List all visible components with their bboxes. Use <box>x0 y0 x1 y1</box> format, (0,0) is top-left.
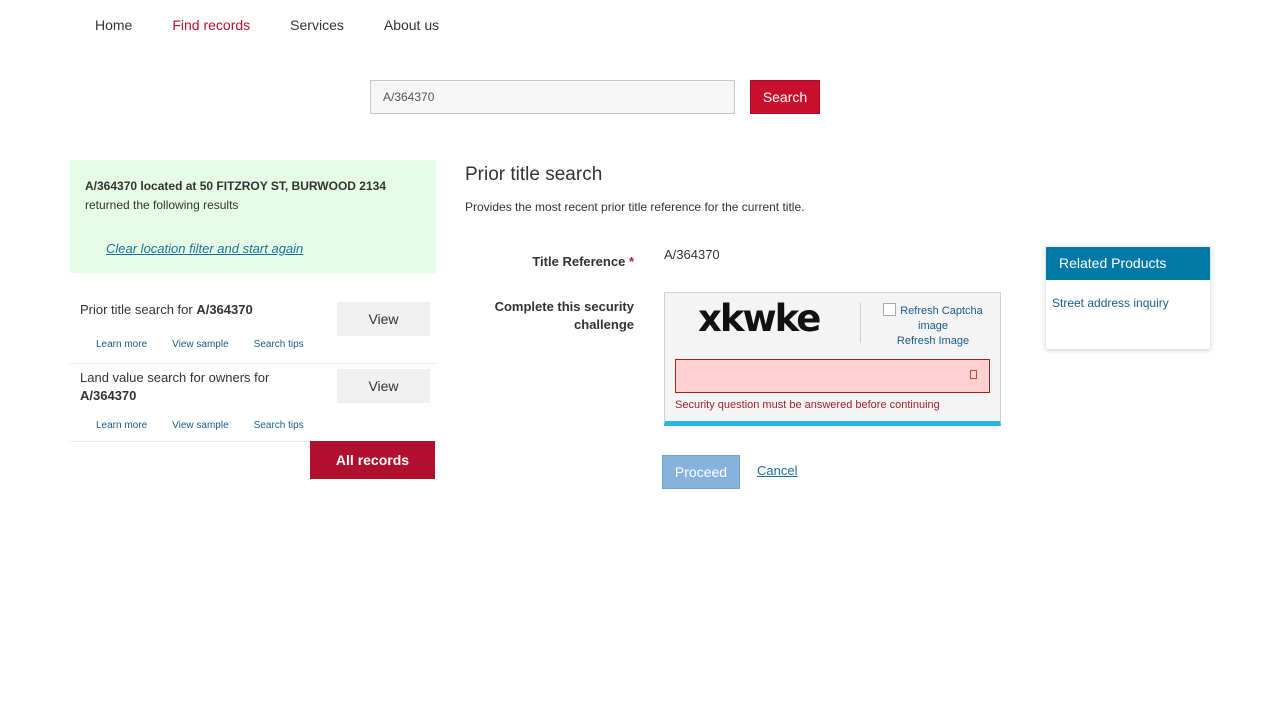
result-item: Land value search for owners for A/36437… <box>70 363 436 442</box>
returned-text: returned the following results <box>85 198 239 212</box>
alert-icon <box>970 370 977 379</box>
captcha-image: xkwke <box>698 297 821 340</box>
search-button[interactable]: Search <box>750 80 820 114</box>
result-links: Learn more View sample Search tips <box>96 420 329 431</box>
captcha-divider <box>860 303 861 343</box>
learn-more-link[interactable]: Learn more <box>96 420 147 431</box>
title-reference-label: Title Reference * <box>490 254 634 269</box>
refresh-captcha-image: Refresh Captcha image <box>877 303 989 334</box>
location-address: located at 50 FITZROY ST, BURWOOD 2134 <box>137 179 386 193</box>
nav-home[interactable]: Home <box>95 16 132 34</box>
view-sample-link[interactable]: View sample <box>172 420 229 431</box>
street-address-inquiry-link[interactable]: Street address inquiry <box>1052 296 1210 310</box>
search-tips-link[interactable]: Search tips <box>254 420 304 431</box>
page-title: Prior title search <box>465 164 603 185</box>
page-description: Provides the most recent prior title ref… <box>465 200 805 214</box>
result-title: Land value search for owners for A/36437… <box>80 369 310 405</box>
nav-about-us[interactable]: About us <box>384 16 439 34</box>
related-products-heading: Related Products <box>1046 247 1210 280</box>
result-title-prefix: Prior title search for <box>80 302 197 317</box>
result-title: Prior title search for A/364370 <box>80 301 310 319</box>
view-sample-link[interactable]: View sample <box>172 339 229 350</box>
required-indicator: * <box>628 254 634 269</box>
captcha-answer-input[interactable] <box>675 359 990 393</box>
result-links: Learn more View sample Search tips <box>96 339 329 350</box>
search-tips-link[interactable]: Search tips <box>254 339 304 350</box>
result-title-ref: A/364370 <box>196 302 253 317</box>
captcha-widget: xkwke Refresh Captcha image Refresh Imag… <box>664 292 1001 426</box>
result-title-prefix: Land value search for owners for <box>80 370 270 385</box>
location-ref: A/364370 <box>85 179 138 193</box>
clear-filter-link[interactable]: Clear location filter and start again <box>106 239 421 258</box>
all-records-button[interactable]: All records <box>310 441 435 479</box>
refresh-captcha-button[interactable]: Refresh Captcha image Refresh Image <box>877 303 989 349</box>
proceed-button[interactable]: Proceed <box>662 455 740 489</box>
location-text: A/364370 located at 50 FITZROY ST, BURWO… <box>85 177 421 196</box>
view-button[interactable]: View <box>337 302 430 336</box>
title-reference-label-text: Title Reference <box>532 254 626 269</box>
refresh-image-label: Refresh Image <box>896 335 970 347</box>
refresh-captcha-alt: Refresh Captcha image <box>900 305 983 332</box>
broken-image-icon <box>883 303 897 316</box>
view-button[interactable]: View <box>337 369 430 403</box>
location-filter-box: A/364370 located at 50 FITZROY ST, BURWO… <box>70 160 436 273</box>
result-item: Prior title search for A/364370 View Lea… <box>70 290 436 364</box>
top-nav: Home Find records Services About us <box>95 16 479 34</box>
security-challenge-label: Complete this security challenge <box>494 299 634 332</box>
learn-more-link[interactable]: Learn more <box>96 339 147 350</box>
nav-services[interactable]: Services <box>290 16 344 34</box>
nav-find-records[interactable]: Find records <box>172 16 250 34</box>
captcha-error-message: Security question must be answered befor… <box>675 399 940 411</box>
related-products-panel: Related Products Street address inquiry <box>1046 247 1210 349</box>
title-reference-value: A/364370 <box>664 247 720 262</box>
cancel-link[interactable]: Cancel <box>757 463 797 478</box>
result-title-ref: A/364370 <box>80 388 137 403</box>
search-input[interactable] <box>370 80 735 114</box>
